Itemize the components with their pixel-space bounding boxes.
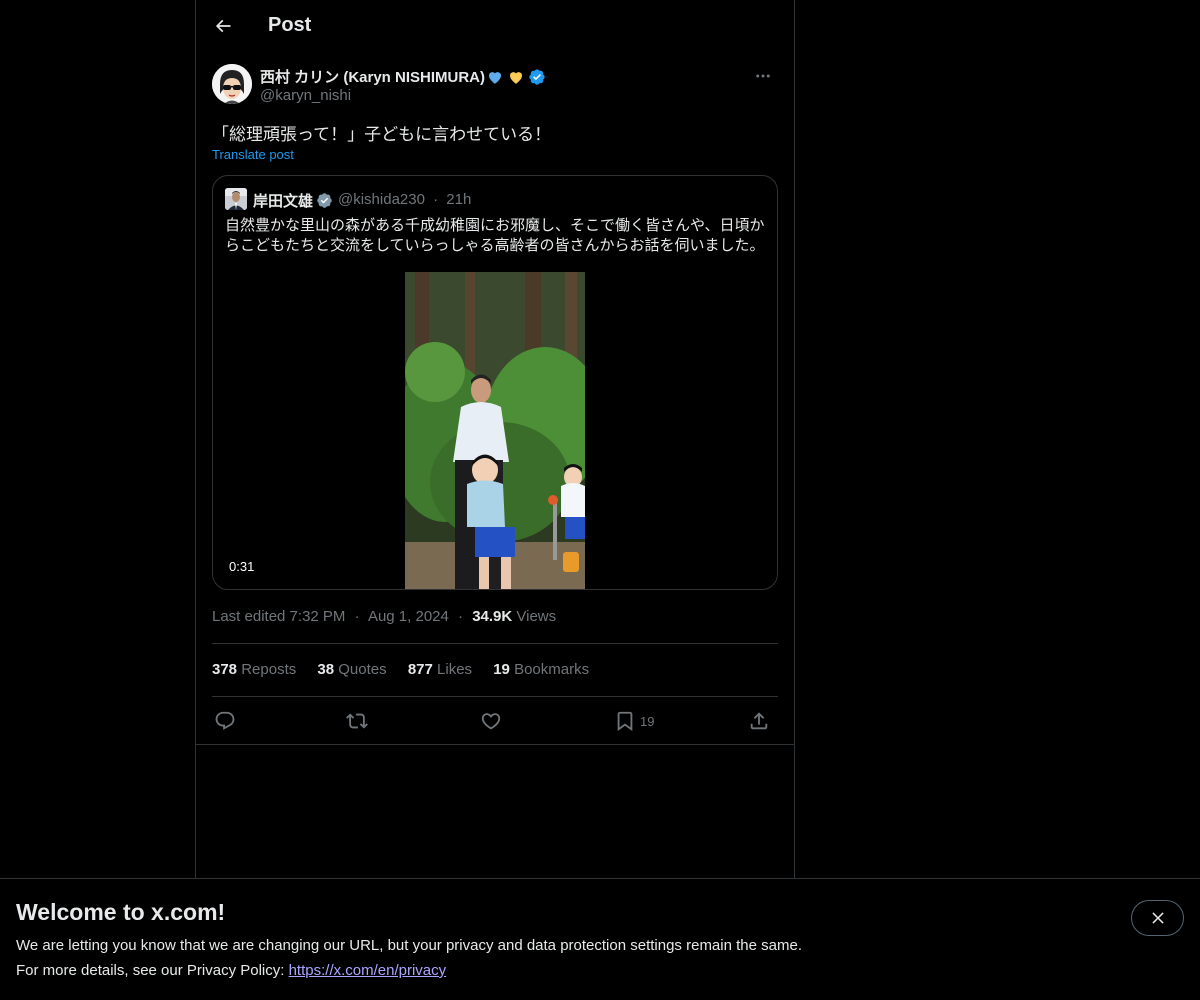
- bookmark-count: 19: [640, 713, 655, 729]
- arrow-left-icon: [215, 19, 231, 33]
- repost-button[interactable]: [346, 706, 368, 736]
- author-name-text: 西村 カリン (Karyn NISHIMURA): [260, 69, 486, 86]
- banner-privacy-text: For more details, see our Privacy Policy…: [16, 962, 289, 979]
- bookmark-icon: [617, 711, 633, 732]
- dot-separator: ·: [458, 608, 464, 625]
- verified-badge-gray-icon: [317, 193, 332, 208]
- author-handle[interactable]: @karyn_nishi: [260, 87, 351, 104]
- quotes-count: 38: [317, 661, 335, 678]
- quoted-avatar-image: [225, 188, 247, 210]
- quoted-handle-text: @kishida230: [338, 191, 425, 208]
- video-duration: 0:31: [223, 557, 261, 576]
- share-icon: [750, 712, 768, 730]
- reposts-count: 378: [212, 661, 238, 678]
- divider: [212, 643, 778, 644]
- top-bar: Post: [196, 0, 794, 54]
- quotes-stat[interactable]: 38 Quotes: [317, 661, 390, 678]
- avatar[interactable]: [212, 64, 252, 104]
- reply-button[interactable]: [214, 706, 236, 736]
- quoted-avatar: [225, 188, 247, 210]
- likes-stat[interactable]: 877 Likes: [408, 661, 476, 678]
- quoted-timestamp: 21h: [446, 191, 472, 208]
- dot-separator: ·: [433, 191, 439, 208]
- banner-title: Welcome to x.com!: [16, 899, 226, 925]
- heart-icon: [481, 713, 501, 730]
- banner-privacy-line: For more details, see our Privacy Policy…: [16, 962, 446, 979]
- post-author: 西村 カリン (Karyn NISHIMURA) @karyn_nishi: [212, 64, 780, 108]
- bookmarks-count: 19: [493, 661, 510, 678]
- page-title: Post: [268, 14, 312, 36]
- like-button[interactable]: [480, 706, 502, 736]
- quoted-post-text: 自然豊かな里山の森がある千成幼稚園にお邪魔し、そこで働く皆さんや、日頃からこども…: [225, 217, 765, 254]
- post-text: 「総理頑張って！」子どもに言わせている！: [212, 125, 552, 144]
- banner-message: We are letting you know that we are chan…: [16, 937, 802, 954]
- close-banner-button[interactable]: [1131, 900, 1184, 936]
- dot-separator: ·: [354, 608, 360, 625]
- likes-count: 877: [407, 661, 433, 678]
- verified-badge-icon: [529, 68, 545, 85]
- privacy-policy-link[interactable]: https://x.com/en/privacy: [289, 962, 447, 979]
- bookmarks-label: Bookmarks: [514, 661, 590, 678]
- quoted-author-name-text: 岸田文雄: [253, 193, 314, 210]
- author-display-name[interactable]: 西村 カリン (Karyn NISHIMURA): [260, 66, 546, 87]
- engagement-stats: 378 Reposts 38 Quotes 877 Likes 19 Bookm…: [212, 661, 606, 678]
- post-meta: Last edited 7:32 PM · Aug 1, 2024 · 34.9…: [212, 608, 556, 625]
- translate-post-link[interactable]: Translate post: [212, 147, 294, 162]
- divider: [212, 696, 778, 697]
- close-icon: [1151, 912, 1164, 924]
- more-options-button[interactable]: [746, 64, 780, 88]
- views-label: Views: [516, 608, 557, 625]
- edited-timestamp[interactable]: Last edited 7:32 PM: [212, 608, 345, 625]
- video-thumbnail[interactable]: [405, 272, 585, 589]
- post-column: Post 西村 カリン (Karyn NISHIMURA) @karyn_nis…: [195, 0, 795, 1000]
- reposts-stat[interactable]: 378 Reposts: [212, 661, 300, 678]
- yellow-heart-icon: [510, 71, 523, 84]
- share-button[interactable]: [748, 706, 770, 736]
- quotes-label: Quotes: [338, 661, 387, 678]
- reposts-label: Reposts: [241, 661, 297, 678]
- quoted-author-handle: @kishida230 · 21h: [338, 191, 471, 208]
- views-count: 34.9K: [472, 608, 513, 625]
- more-horizontal-icon: [756, 74, 770, 78]
- action-bar: 19: [212, 706, 778, 736]
- bookmark-button[interactable]: 19: [614, 706, 654, 736]
- repost-icon: [346, 713, 368, 729]
- blue-heart-icon: [489, 71, 502, 84]
- likes-label: Likes: [437, 661, 473, 678]
- quoted-post-card[interactable]: 岸田文雄 @kishida230 · 21h 自然豊かな里山の森がある千成幼稚園…: [212, 175, 778, 590]
- post-date[interactable]: Aug 1, 2024: [368, 608, 449, 625]
- avatar-illustration: [212, 64, 252, 104]
- quoted-author-name: 岸田文雄: [253, 190, 333, 211]
- welcome-banner: Welcome to x.com! We are letting you kno…: [0, 878, 1200, 1000]
- back-button[interactable]: [206, 9, 240, 43]
- bookmarks-stat[interactable]: 19 Bookmarks: [493, 661, 589, 678]
- divider: [196, 744, 794, 745]
- reply-icon: [215, 711, 235, 730]
- video-frame: [405, 272, 585, 589]
